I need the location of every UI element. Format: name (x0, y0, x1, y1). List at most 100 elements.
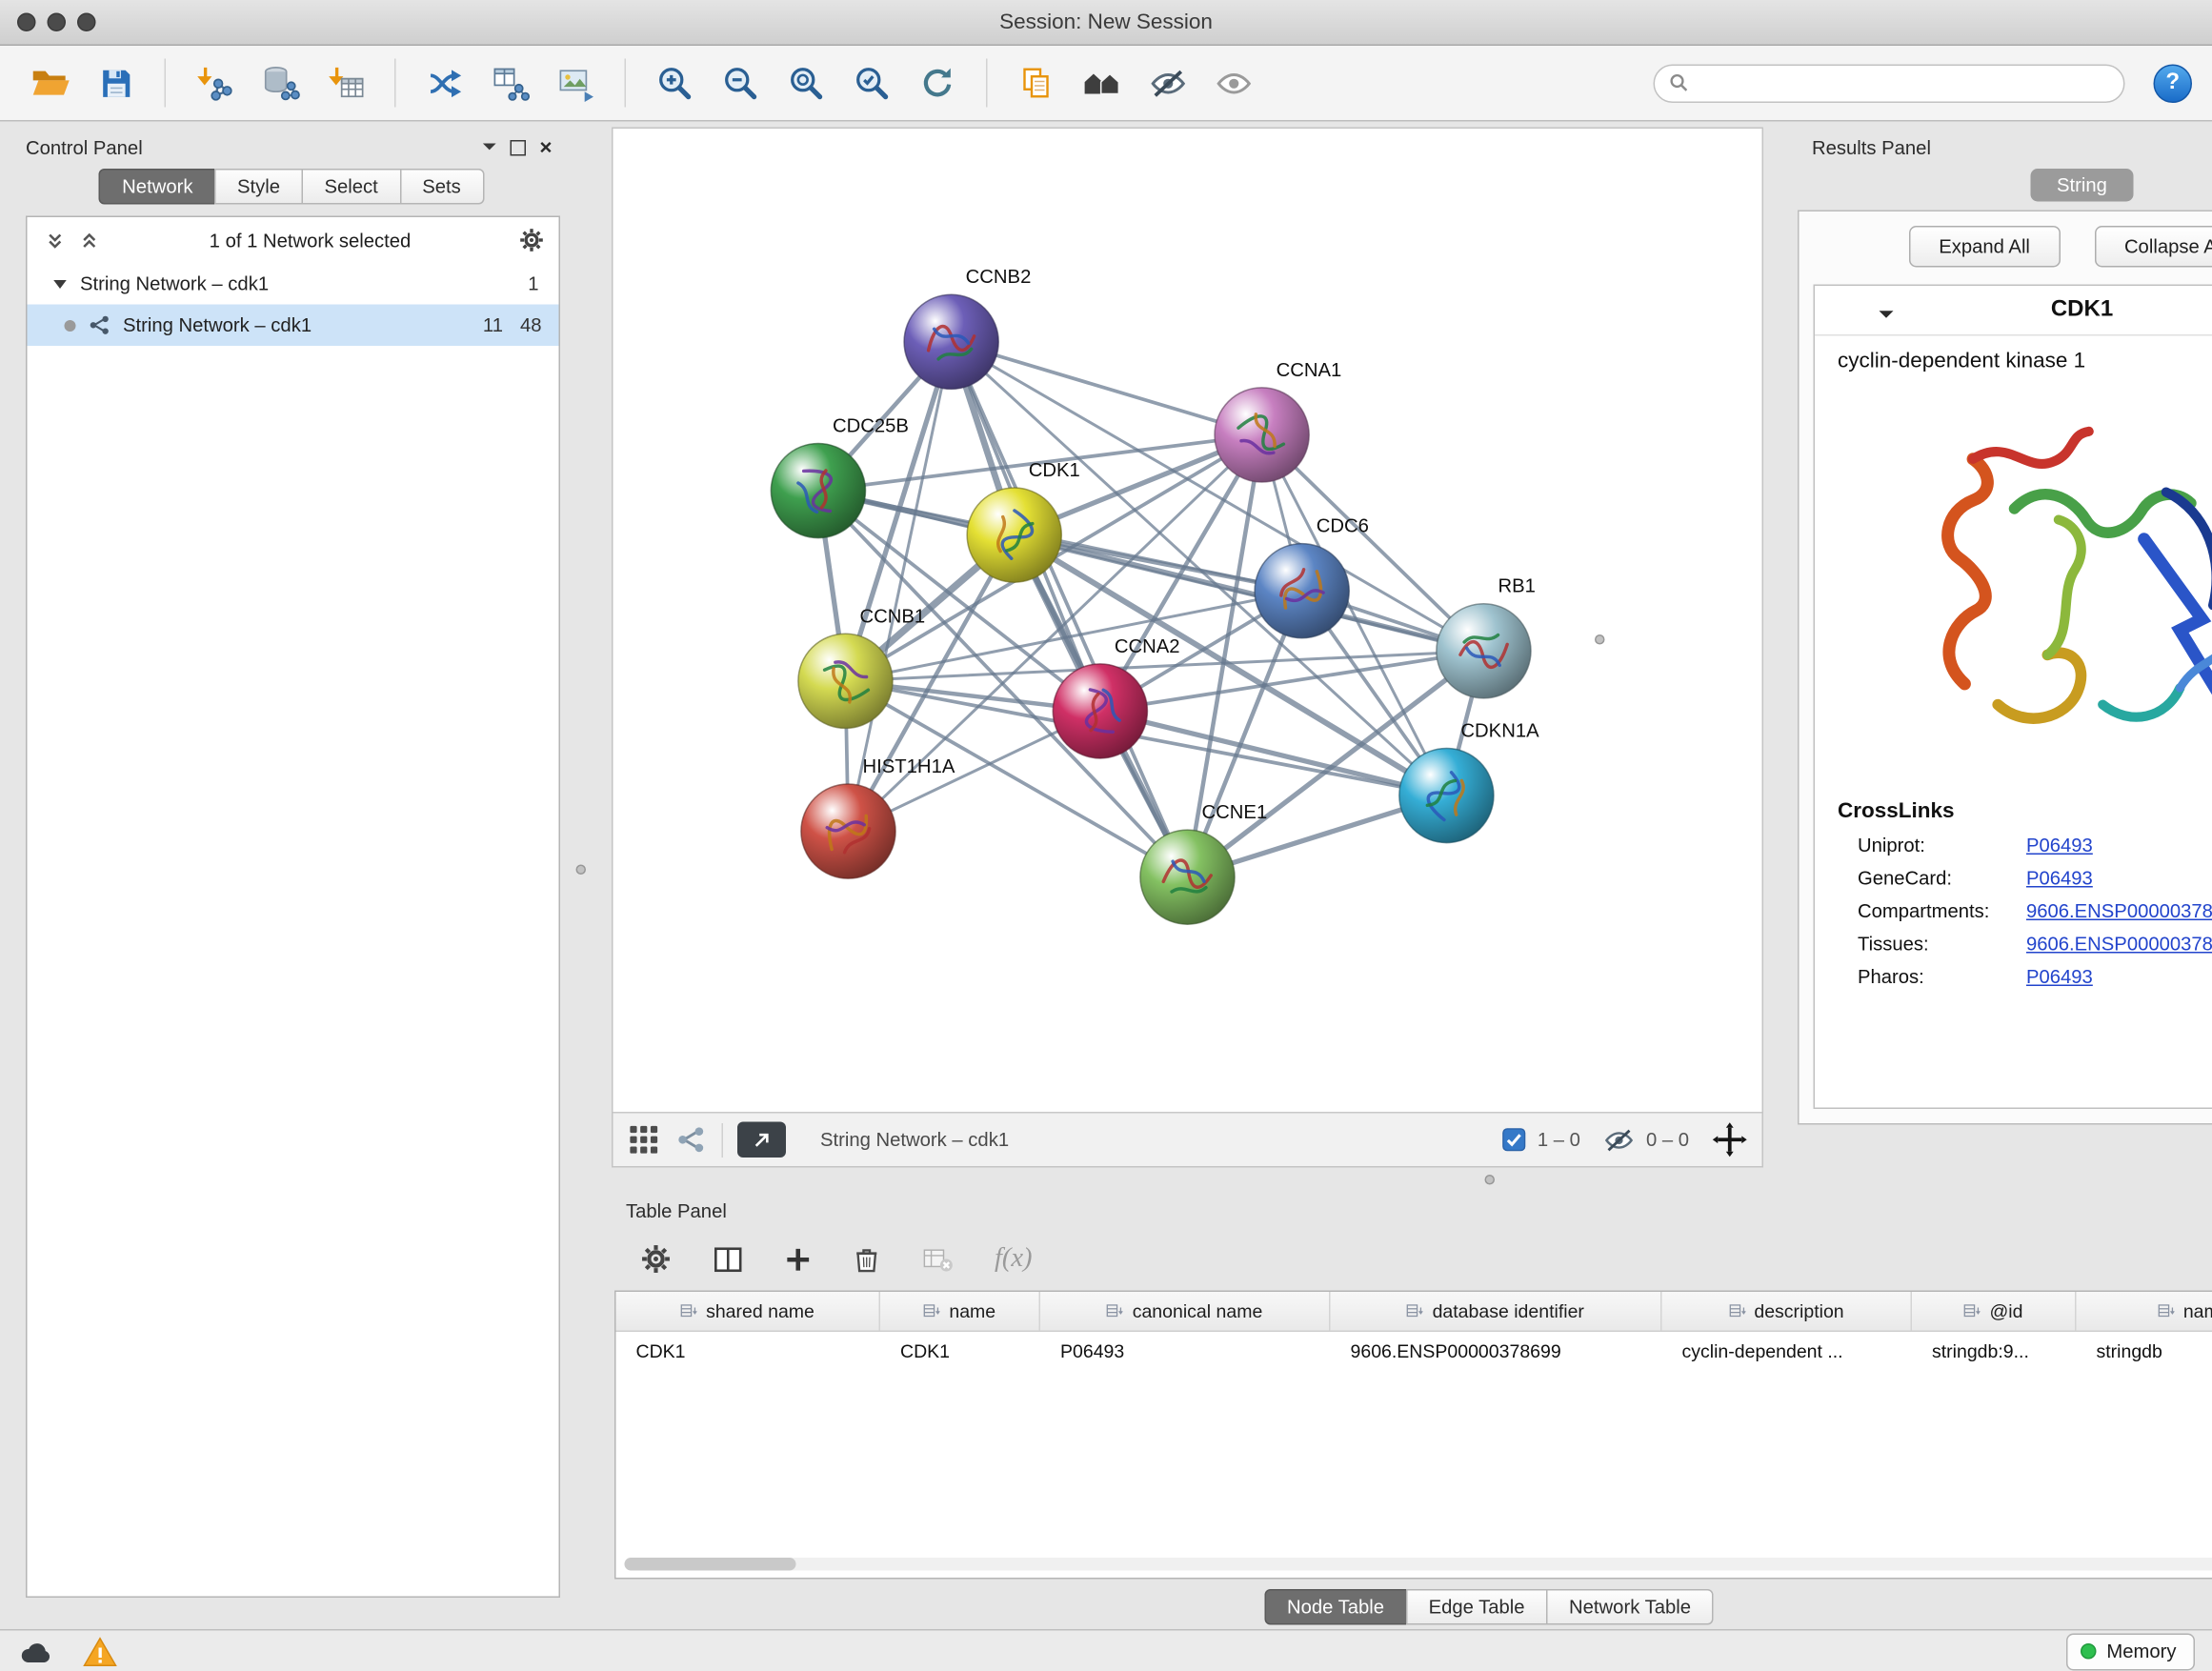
pharos-link[interactable]: P06493 (2026, 966, 2093, 988)
network-overview-button[interactable] (674, 1123, 708, 1157)
tissues-link[interactable]: 9606.ENSP00000378699 (2026, 934, 2212, 956)
network-canvas[interactable]: CCNB2CCNA1CDC25BCDK1CDC6RB1CCNB1CCNA2CDK… (613, 129, 1762, 1112)
panel-menu-button[interactable] (474, 134, 503, 160)
zoom-selected-button[interactable] (842, 54, 902, 111)
column-header[interactable]: description (1662, 1292, 1913, 1331)
hide-selected-button[interactable] (1137, 54, 1197, 111)
help-button[interactable]: ? (2154, 64, 2193, 103)
compartments-link[interactable]: 9606.ENSP00000378699 (2026, 900, 2212, 922)
status-bar: Memory (0, 1629, 2212, 1671)
collapse-all-networks-button[interactable] (76, 229, 102, 252)
collapse-entry-button[interactable] (1878, 303, 1895, 325)
crosslink-label: Uniprot: (1858, 835, 2026, 856)
search-box[interactable] (1654, 64, 2125, 103)
network-from-table-button[interactable] (480, 54, 540, 111)
network-row-selected[interactable]: String Network – cdk1 11 48 (28, 305, 559, 347)
table-row[interactable]: CDK1 CDK1 P06493 9606.ENSP00000378699 cy… (616, 1332, 2212, 1371)
checkbox-checked-icon[interactable] (1501, 1128, 1526, 1153)
column-sort-icon (1963, 1304, 1981, 1319)
network-node[interactable]: CDC25B (771, 415, 909, 537)
crosshair-move-icon[interactable] (1712, 1122, 1748, 1158)
cell-database-identifier[interactable]: 9606.ENSP00000378699 (1331, 1332, 1662, 1371)
cell-canonical-name[interactable]: P06493 (1040, 1332, 1331, 1371)
network-edge[interactable] (952, 342, 1262, 435)
tab-style[interactable]: Style (214, 169, 303, 205)
apply-layout-button[interactable] (414, 54, 474, 111)
network-node[interactable]: CCNA1 (1215, 360, 1341, 482)
show-columns-button[interactable] (712, 1242, 745, 1276)
expand-all-button[interactable]: Expand All (1909, 226, 2061, 268)
tab-network[interactable]: Network (99, 169, 215, 205)
network-collection-row[interactable]: String Network – cdk1 1 (28, 263, 559, 305)
copy-document-button[interactable] (1006, 54, 1066, 111)
zoom-in-button[interactable] (645, 54, 705, 111)
network-node[interactable]: HIST1H1A (801, 756, 955, 878)
columns-icon (712, 1242, 745, 1276)
home-view-button[interactable] (1072, 54, 1132, 111)
import-network-file-button[interactable] (185, 54, 245, 111)
close-window-button[interactable] (17, 13, 36, 32)
column-header[interactable]: @id (1912, 1292, 2077, 1331)
delete-column-button[interactable] (852, 1244, 882, 1275)
import-table-icon (327, 64, 366, 103)
network-edge[interactable] (952, 342, 1188, 877)
detach-view-button[interactable] (737, 1122, 786, 1158)
uniprot-link[interactable]: P06493 (2026, 835, 2093, 856)
column-header[interactable]: database identifier (1331, 1292, 1662, 1331)
network-node[interactable]: CDKN1A (1399, 720, 1539, 842)
zoom-out-button[interactable] (711, 54, 771, 111)
import-network-database-button[interactable] (251, 54, 311, 111)
network-node[interactable]: CCNB2 (904, 267, 1031, 389)
network-options-button[interactable] (519, 229, 545, 252)
minimize-window-button[interactable] (48, 13, 67, 32)
tab-string[interactable]: String (2031, 169, 2133, 202)
cloud-status-button[interactable] (17, 1638, 54, 1665)
expand-all-networks-button[interactable] (42, 229, 68, 252)
horizontal-scrollbar[interactable] (625, 1558, 2212, 1571)
memory-button[interactable]: Memory (2066, 1633, 2195, 1670)
tab-node-table[interactable]: Node Table (1264, 1588, 1407, 1624)
collapse-all-button[interactable]: Collapse All (2094, 226, 2212, 268)
panel-close-button[interactable]: × (532, 134, 560, 160)
cell-name[interactable]: CDK1 (880, 1332, 1040, 1371)
hidden-eye-slash-icon[interactable] (1603, 1124, 1635, 1156)
toolbar-separator (394, 59, 396, 108)
search-input[interactable] (1698, 70, 2109, 95)
tab-sets[interactable]: Sets (399, 169, 484, 205)
column-header[interactable]: namespace (2077, 1292, 2212, 1331)
panel-float-button[interactable] (503, 134, 532, 160)
column-header[interactable]: shared name (616, 1292, 881, 1331)
left-splitter-handle[interactable] (576, 865, 587, 876)
import-table-file-button[interactable] (316, 54, 376, 111)
warning-status-button[interactable] (83, 1636, 117, 1667)
table-options-button[interactable] (640, 1243, 672, 1275)
network-graph[interactable]: CCNB2CCNA1CDC25BCDK1CDC6RB1CCNB1CCNA2CDK… (613, 129, 1762, 1112)
open-session-button[interactable] (20, 54, 80, 111)
network-node[interactable]: RB1 (1437, 576, 1536, 698)
zoom-fit-button[interactable] (776, 54, 836, 111)
genecard-link[interactable]: P06493 (2026, 868, 2093, 890)
zoom-window-button[interactable] (77, 13, 96, 32)
column-header[interactable]: canonical name (1040, 1292, 1331, 1331)
cell-id[interactable]: stringdb:9... (1912, 1332, 2077, 1371)
network-node[interactable]: CCNB1 (798, 606, 925, 728)
right-splitter-handle[interactable] (1595, 634, 1605, 645)
column-header[interactable]: name (880, 1292, 1040, 1331)
horizontal-splitter[interactable] (612, 1168, 2212, 1191)
scrollbar-thumb[interactable] (625, 1558, 796, 1571)
crosslink-row: Tissues: 9606.ENSP00000378699 (1858, 934, 2212, 956)
cell-shared-name[interactable]: CDK1 (616, 1332, 881, 1371)
refresh-view-button[interactable] (908, 54, 968, 111)
tab-network-table[interactable]: Network Table (1546, 1588, 1714, 1624)
hidden-count: 0 – 0 (1646, 1129, 1689, 1151)
gene-header[interactable]: CDK1 (1815, 286, 2212, 336)
save-session-button[interactable] (86, 54, 146, 111)
export-image-button[interactable] (546, 54, 606, 111)
cell-namespace[interactable]: stringdb (2077, 1332, 2212, 1371)
add-column-button[interactable] (785, 1245, 813, 1273)
tab-edge-table[interactable]: Edge Table (1406, 1588, 1548, 1624)
cell-description[interactable]: cyclin-dependent ... (1662, 1332, 1913, 1371)
grid-view-button[interactable] (628, 1123, 661, 1157)
show-all-button[interactable] (1203, 54, 1263, 111)
tab-select[interactable]: Select (301, 169, 400, 205)
